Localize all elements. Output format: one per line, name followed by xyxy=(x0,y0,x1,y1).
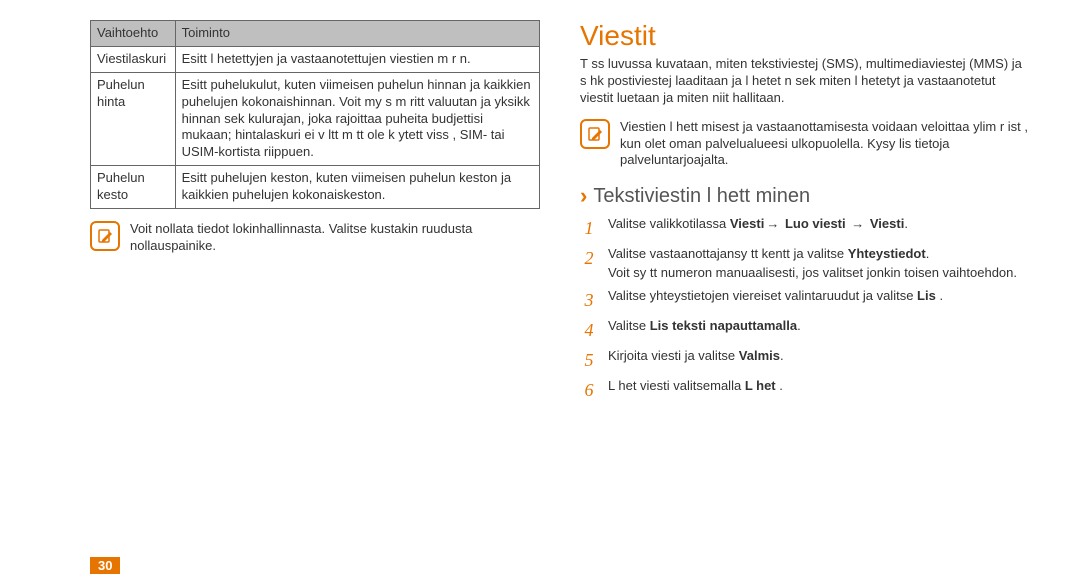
step-bold: Viesti xyxy=(870,216,904,231)
step-bold: Valmis xyxy=(739,348,780,363)
cell-opt: Puhelun kesto xyxy=(91,166,176,209)
step-bold: Viesti xyxy=(730,216,764,231)
table-row: Puhelun hinta Esitt puhelukulut, kuten v… xyxy=(91,72,540,165)
th-function: Toiminto xyxy=(175,21,539,47)
page-number: 30 xyxy=(90,557,120,574)
step-5: 5 Kirjoita viesti ja valitse Valmis. xyxy=(580,347,1030,373)
step-text: . xyxy=(926,246,930,261)
step-text: Valitse vastaanottajansy tt kentt ja val… xyxy=(608,246,844,261)
step-bold: Yhteystiedot xyxy=(848,246,926,261)
step-bold: Luo viesti xyxy=(781,216,845,231)
cell-desc: Esitt l hetettyjen ja vastaanotettujen v… xyxy=(175,46,539,72)
step-text: . xyxy=(780,348,784,363)
cell-desc: Esitt puhelukulut, kuten viimeisen puhel… xyxy=(175,72,539,165)
step-1: 1 Valitse valikkotilassa Viesti→ Luo vie… xyxy=(580,215,1030,241)
step-text: . xyxy=(779,378,783,393)
step-text: Valitse yhteystietojen viereiset valinta… xyxy=(608,288,913,303)
page-title: Viestit xyxy=(580,20,1030,52)
th-option: Vaihtoehto xyxy=(91,21,176,47)
step-number: 2 xyxy=(580,245,598,283)
step-extra: Voit sy tt numeron manuaalisesti, jos va… xyxy=(608,265,1017,280)
cell-opt: Puhelun hinta xyxy=(91,72,176,165)
step-text: . xyxy=(904,216,908,231)
step-number: 6 xyxy=(580,377,598,403)
intro-text: T ss luvussa kuvataan, miten tekstiviest… xyxy=(580,56,1030,107)
section-heading-label: Tekstiviestin l hett minen xyxy=(593,185,810,208)
step-bold: Lis teksti napauttamalla xyxy=(650,318,797,333)
step-bold: Lis xyxy=(917,288,939,303)
table-row: Viestilaskuri Esitt l hetettyjen ja vast… xyxy=(91,46,540,72)
arrow-icon: → xyxy=(764,216,781,231)
step-number: 5 xyxy=(580,347,598,373)
section-heading-sms: › Tekstiviestin l hett minen xyxy=(580,183,1030,209)
step-text: L het viesti valitsemalla xyxy=(608,378,741,393)
step-text: Valitse valikkotilassa xyxy=(608,216,730,231)
options-table: Vaihtoehto Toiminto Viestilaskuri Esitt … xyxy=(90,20,540,209)
chevron-icon: › xyxy=(580,183,587,209)
step-number: 4 xyxy=(580,317,598,343)
step-number: 3 xyxy=(580,287,598,313)
step-number: 1 xyxy=(580,215,598,241)
step-text: Valitse xyxy=(608,318,646,333)
step-text: . xyxy=(939,288,943,303)
cell-desc: Esitt puhelujen keston, kuten viimeisen … xyxy=(175,166,539,209)
step-text: . xyxy=(797,318,801,333)
step-4: 4 Valitse Lis teksti napauttamalla. xyxy=(580,317,1030,343)
left-column: Vaihtoehto Toiminto Viestilaskuri Esitt … xyxy=(90,20,540,408)
note-reset: Voit nollata tiedot lokinhallinnasta. Va… xyxy=(90,221,540,255)
step-6: 6 L het viesti valitsemalla L het . xyxy=(580,377,1030,403)
info-text: Viestien l hett misest ja vastaanottamis… xyxy=(620,119,1030,170)
step-text: Kirjoita viesti ja valitse xyxy=(608,348,735,363)
note-text: Voit nollata tiedot lokinhallinnasta. Va… xyxy=(130,221,540,255)
right-column: Viestit T ss luvussa kuvataan, miten tek… xyxy=(580,20,1030,408)
cell-opt: Viestilaskuri xyxy=(91,46,176,72)
step-3: 3 Valitse yhteystietojen viereiset valin… xyxy=(580,287,1030,313)
step-bold: L het xyxy=(745,378,779,393)
arrow-icon: → xyxy=(849,216,866,231)
info-roaming-note: Viestien l hett misest ja vastaanottamis… xyxy=(580,119,1030,170)
note-icon xyxy=(90,221,120,251)
page-footer: 30 xyxy=(90,557,126,574)
table-row: Puhelun kesto Esitt puhelujen keston, ku… xyxy=(91,166,540,209)
steps-list: 1 Valitse valikkotilassa Viesti→ Luo vie… xyxy=(580,215,1030,403)
note-icon xyxy=(580,119,610,149)
step-2: 2 Valitse vastaanottajansy tt kentt ja v… xyxy=(580,245,1030,283)
